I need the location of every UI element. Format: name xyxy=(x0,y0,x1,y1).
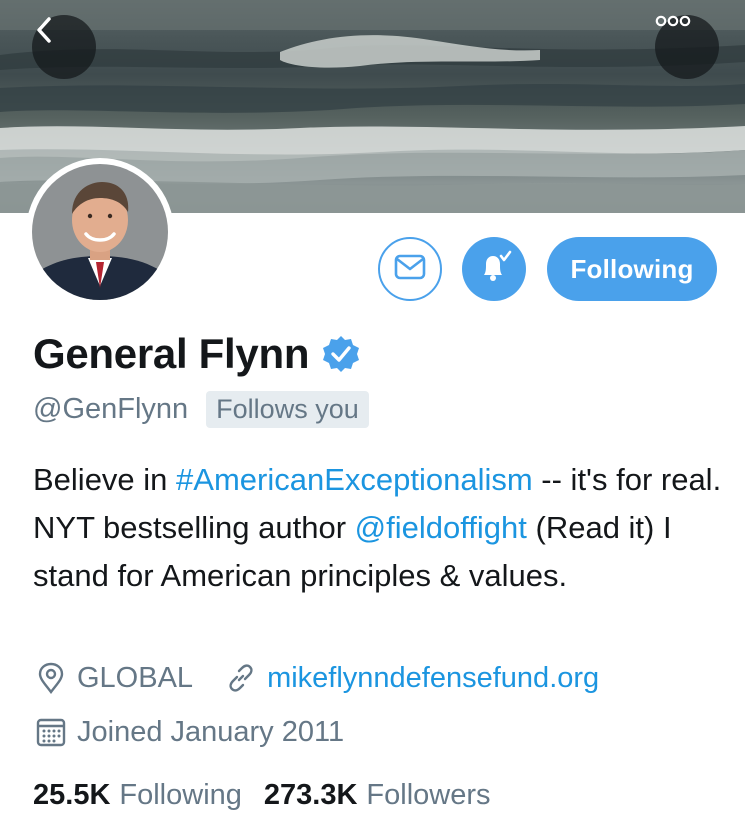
follows-you-badge: Follows you xyxy=(206,390,369,428)
user-handle: @GenFlynn xyxy=(33,392,189,425)
more-options-button[interactable] xyxy=(655,15,719,79)
bell-check-icon xyxy=(476,249,512,290)
followers-count: 273.3K xyxy=(263,778,358,811)
notifications-button[interactable] xyxy=(462,237,526,301)
followers-label: Followers xyxy=(366,778,491,811)
following-count: 25.5K xyxy=(33,778,111,811)
envelope-icon xyxy=(394,254,426,285)
following-button[interactable]: Following xyxy=(547,237,717,301)
website-link[interactable]: mikeflynndefensefund.org xyxy=(267,662,599,695)
calendar-icon xyxy=(33,714,69,750)
verified-badge-icon xyxy=(321,334,361,374)
location-text: GLOBAL xyxy=(77,661,194,694)
follow-stats-row: 25.5K Following 273.3K Followers xyxy=(33,775,491,815)
joined-date: Joined January 2011 xyxy=(77,715,345,748)
following-label: Following xyxy=(119,778,242,811)
location-website-row: GLOBAL mikeflynndefensefund.org xyxy=(33,658,599,698)
avatar-photo xyxy=(32,164,168,300)
bio-text: Believe in xyxy=(33,462,177,497)
display-name: General Flynn xyxy=(33,330,310,377)
mention-link[interactable]: @fieldoffight xyxy=(355,510,527,545)
profile-avatar[interactable] xyxy=(26,158,174,306)
profile-name-row: General Flynn xyxy=(33,328,361,380)
handle-row: @GenFlynn Follows you xyxy=(33,388,369,430)
back-button[interactable] xyxy=(32,15,96,79)
following-stat[interactable]: 25.5K Following xyxy=(33,779,242,812)
profile-bio: Believe in #AmericanExceptionalism -- it… xyxy=(33,456,723,600)
hashtag-link[interactable]: #AmericanExceptionalism xyxy=(176,462,533,497)
joined-row: Joined January 2011 xyxy=(33,712,344,752)
location-pin-icon xyxy=(33,660,69,696)
message-button[interactable] xyxy=(378,237,442,301)
link-icon xyxy=(223,660,259,696)
followers-stat[interactable]: 273.3K Followers xyxy=(264,779,491,812)
